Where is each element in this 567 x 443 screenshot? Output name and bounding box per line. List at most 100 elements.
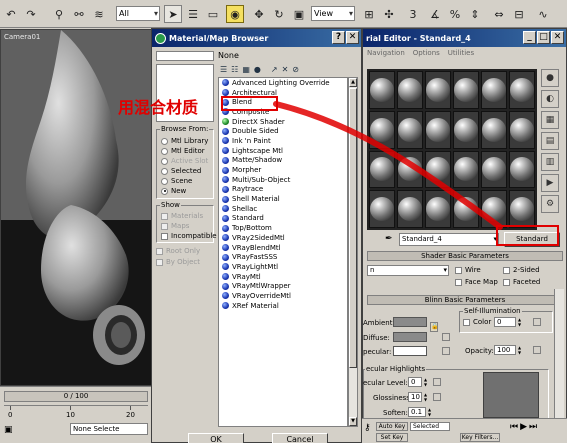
spinner-arrows-icon[interactable]: ▲ ▼ [517,317,522,327]
radio-selected[interactable]: Selected [161,167,201,175]
sample-slot[interactable] [425,190,451,228]
opacity-value[interactable]: 100 [494,345,516,355]
spinner-arrows-icon[interactable]: ▲ ▼ [423,377,428,387]
specular-color-swatch[interactable] [393,346,427,356]
list-item[interactable]: Multi/Sub-Object [219,175,347,185]
glossiness-map-button[interactable] [433,393,441,401]
window-crossing-icon[interactable]: ◉ [226,5,244,23]
radio-mtl-library[interactable]: Mtl Library [161,137,208,145]
sample-slot[interactable] [509,71,535,109]
ok-button[interactable]: OK [188,433,244,443]
diffuse-map-button[interactable] [442,333,450,341]
sample-slot[interactable] [369,190,395,228]
sample-slot[interactable] [369,71,395,109]
shader-rollout-header[interactable]: Shader Basic Parameters [367,251,563,261]
select-object-icon[interactable]: ➤ [164,5,182,23]
update-scene-icon[interactable]: ↗ [271,65,278,74]
scroll-up-icon[interactable]: ▲ [349,78,357,87]
menu-options[interactable]: Options [413,49,440,57]
lock-icon[interactable]: 🔒 [430,322,438,332]
sample-slot[interactable] [509,190,535,228]
key-selection-dropdown[interactable]: Selected [410,422,450,431]
glossiness-value[interactable]: 10 [408,392,422,402]
list-item[interactable]: Shellac [219,204,347,214]
menu-utilities[interactable]: Utilities [448,49,474,57]
face-map-checkbox[interactable] [455,279,462,286]
unlink-icon[interactable]: ⚯ [70,5,88,23]
list-item[interactable]: Top/Bottom [219,223,347,233]
select-link-icon[interactable]: ⚲ [50,5,68,23]
checkbox-by-object[interactable]: By Object [156,258,200,266]
selection-filter-dropdown[interactable]: All [116,6,160,21]
eyedropper-icon[interactable]: ✒ [385,234,393,244]
rectangle-selection-icon[interactable]: ▭ [204,5,222,23]
spinner-snap-icon[interactable]: ⇕ [466,5,484,23]
sample-slot[interactable] [397,110,423,149]
align-icon[interactable]: ⊟ [510,5,528,23]
view-small-icons-icon[interactable]: ▦ [242,65,250,74]
self-illum-color-checkbox[interactable] [463,319,470,326]
mirror-icon[interactable]: ⇔ [490,5,508,23]
list-item[interactable]: VRayMtlWrapper [219,281,347,291]
auto-key-button[interactable]: Auto Key [376,422,408,431]
list-item[interactable]: Matte/Shadow [219,156,347,166]
list-item[interactable]: Morpher [219,165,347,175]
specular-level-value[interactable]: 0 [408,377,422,387]
close-button[interactable]: ✕ [346,31,359,44]
radio-new[interactable]: New [161,187,186,195]
sample-slot[interactable] [369,110,395,149]
list-item[interactable]: DirectX Shader [219,117,347,127]
close-button[interactable]: ✕ [551,31,564,44]
pivot-icon[interactable]: ⊞ [360,5,378,23]
list-item[interactable]: Ink 'n Paint [219,136,347,146]
list-item[interactable]: Lightscape Mtl [219,146,347,156]
radio-scene[interactable]: Scene [161,177,192,185]
undo-icon[interactable]: ↶ [2,5,20,23]
video-color-check-icon[interactable]: ▥ [541,153,559,171]
cancel-button[interactable]: Cancel [272,433,328,443]
background-icon[interactable]: ▦ [541,111,559,129]
sample-slot[interactable] [397,190,423,228]
redo-icon[interactable]: ↷ [22,5,40,23]
reference-coordinate-dropdown[interactable]: View [311,6,355,21]
sample-slot[interactable] [453,150,479,189]
checkbox-root-only[interactable]: Root Only [156,247,200,255]
checkbox-maps[interactable]: Maps [161,222,189,230]
browser-titlebar[interactable]: Material/Map Browser ? ✕ [152,29,361,47]
make-preview-icon[interactable]: ▶ [541,174,559,192]
sample-slot[interactable] [481,71,507,109]
list-scrollbar[interactable]: ▲ ▼ [348,77,358,427]
two-sided-checkbox[interactable] [503,267,510,274]
list-item[interactable]: Advanced Lighting Override [219,78,347,88]
menu-navigation[interactable]: Navigation [367,49,405,57]
list-item[interactable]: VRayFastSSS [219,252,347,262]
bind-space-warp-icon[interactable]: ≋ [90,5,108,23]
spinner-arrows-icon[interactable]: ▲ ▼ [517,345,522,355]
time-slider[interactable]: 0 / 100 [4,391,148,402]
editor-scrollbar[interactable] [554,289,564,439]
key-filters-button[interactable]: Key Filters... [460,433,500,442]
faceted-checkbox[interactable] [503,279,510,286]
material-list[interactable]: Advanced Lighting Override Architectural… [218,77,348,427]
sample-slot[interactable] [481,150,507,189]
help-button[interactable]: ? [332,31,345,44]
sample-slot[interactable] [397,150,423,189]
shader-type-dropdown[interactable]: n [367,265,449,276]
radio-mtl-editor[interactable]: Mtl Editor [161,147,205,155]
editor-titlebar[interactable]: rial Editor - Standard_4 _ □ ✕ [363,29,566,47]
view-list-icon[interactable]: ☰ [220,65,227,74]
radio-active-slot[interactable]: Active Slot [161,157,208,165]
diffuse-color-swatch[interactable] [393,332,427,342]
camera-viewport[interactable]: Camera01 [0,29,152,386]
sample-slot[interactable] [453,71,479,109]
key-icon[interactable]: ⚷ [364,423,371,433]
rotate-icon[interactable]: ↻ [270,5,288,23]
sample-slot[interactable] [509,110,535,149]
playback-controls-icon[interactable]: ⏮▶⏭ [510,422,539,432]
list-item[interactable]: VRayLightMtl [219,262,347,272]
maximize-button[interactable]: □ [537,31,550,44]
uv-tiling-icon[interactable]: ▤ [541,132,559,150]
minimize-button[interactable]: _ [523,31,536,44]
angle-snap-icon[interactable]: ∡ [426,5,444,23]
soften-value[interactable]: 0.1 [408,407,426,417]
